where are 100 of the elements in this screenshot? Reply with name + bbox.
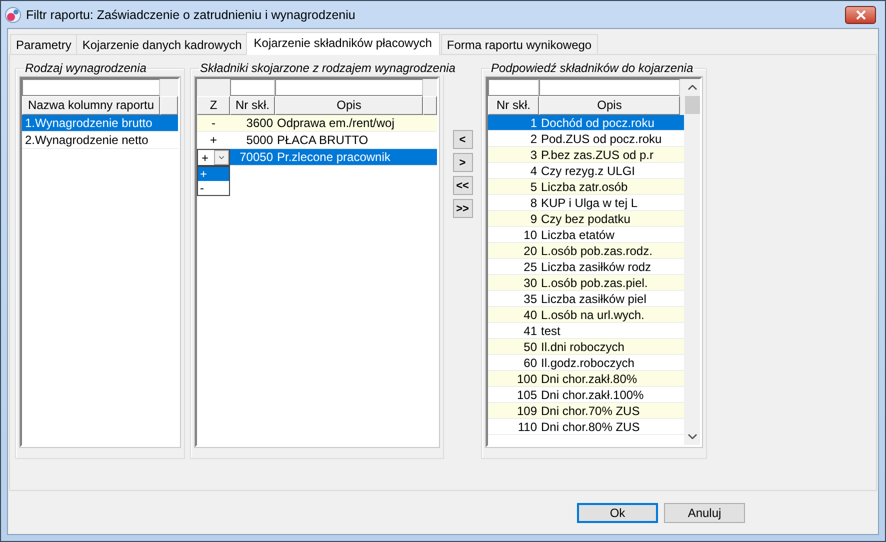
table-cell-text: - <box>210 116 216 130</box>
table-row[interactable]: 9 Czy bez podatku <box>488 211 684 227</box>
dialog-button[interactable]: Ok <box>577 502 658 522</box>
table-cell-text: Pr.zlecone pracownik <box>276 150 390 164</box>
table-cell-text: 41 <box>522 324 538 338</box>
table-cell-text: P.bez zas.ZUS od p.r <box>540 148 654 162</box>
table-row[interactable]: 2 Pod.ZUS od pocz.roku <box>488 131 684 147</box>
sign-dropdown[interactable]: + <box>197 149 230 166</box>
table-cell-text: Dni chor.zakł.80% <box>540 372 638 386</box>
table-row[interactable]: 10 Liczba etatów <box>488 227 684 243</box>
table-row[interactable]: 25 Liczba zasiłków rodz <box>488 259 684 275</box>
table-cell-text: 5000 <box>245 133 274 147</box>
filter-field[interactable] <box>230 79 275 96</box>
window-title: Filtr raportu: Zaświadczenie o zatrudnieniu i wynagrodzeniu <box>26 8 356 22</box>
table-cell-text: Odprawa em./rent/woj <box>276 116 394 130</box>
table-cell-text: 25 <box>522 260 538 274</box>
table-row[interactable]: 5 Liczba zatr.osób <box>488 179 684 195</box>
table-row[interactable]: 40 L.osób na url.wych. <box>488 307 684 323</box>
dropdown-option[interactable]: + <box>198 167 229 181</box>
table-cell-text: Dni chor.70% ZUS <box>540 404 640 418</box>
move-button[interactable]: > <box>452 153 472 172</box>
column-header[interactable]: Nr skł. <box>230 96 275 115</box>
table-cell-text: Dni chor.80% ZUS <box>540 420 640 434</box>
table-row[interactable]: 100 Dni chor.zakł.80% <box>488 371 684 387</box>
filter-field[interactable] <box>539 79 680 96</box>
column-header[interactable]: Nr skł. <box>488 96 539 115</box>
table-cell-text: Liczba zasiłków piel <box>540 292 646 306</box>
dialog-button[interactable]: Anuluj <box>664 502 745 522</box>
table-cell-text: 20 <box>522 244 538 258</box>
scroll-thumb[interactable] <box>684 96 700 114</box>
table-row[interactable]: 30 L.osób pob.zas.piel. <box>488 275 684 291</box>
group-title: Składniki skojarzone z rodzajem wynagrodzenia <box>199 61 456 75</box>
filter-field[interactable] <box>275 79 423 96</box>
table-row[interactable]: - 3600 Odprawa em./rent/woj <box>197 115 437 132</box>
table-cell-text: Liczba zasiłków rodz <box>540 260 652 274</box>
column-header[interactable]: Opis <box>275 96 423 115</box>
column-header[interactable]: Nazwa kolumny raportu <box>22 96 160 115</box>
table-cell-text: L.osób pob.zas.rodz. <box>540 244 652 258</box>
table-cell-text: 50 <box>522 340 538 354</box>
group-title: Rodzaj wynagrodzenia <box>24 61 148 75</box>
scroll-down-icon[interactable] <box>688 434 696 439</box>
table-cell-text: KUP i Ulga w tej L <box>540 196 638 210</box>
table-row[interactable]: 20 L.osób pob.zas.rodz. <box>488 243 684 259</box>
table-cell-text: Czy bez podatku <box>540 212 630 226</box>
table-cell-text: Dochód od pocz.roku <box>540 116 654 130</box>
column-header[interactable]: Opis <box>539 96 680 115</box>
table-cell-text: Pod.ZUS od pocz.roku <box>540 132 662 146</box>
table-cell-text: 9 <box>529 212 538 226</box>
table-row[interactable]: 3 P.bez zas.ZUS od p.r <box>488 147 684 163</box>
table-cell-text: 10 <box>522 228 538 242</box>
table-cell-text: PŁACA BRUTTO <box>276 133 368 147</box>
table-cell-text: Il.dni roboczych <box>540 340 624 354</box>
table-row[interactable]: 50 Il.dni roboczych <box>488 339 684 355</box>
table-cell-text: 30 <box>522 276 538 290</box>
table-cell-text: L.osób pob.zas.piel. <box>540 276 648 290</box>
table-cell-text: 40 <box>522 308 538 322</box>
move-button[interactable]: < <box>452 130 472 149</box>
table-cell-text: Dni chor.zakł.100% <box>540 388 644 402</box>
tab[interactable]: Kojarzenie danych kadrowych <box>76 34 248 54</box>
group-title: Podpowiedź składników do kojarzenia <box>490 61 694 75</box>
table-cell-text: 3 <box>529 148 538 162</box>
table-cell-text: 100 <box>516 372 538 386</box>
list-row[interactable]: 1.Wynagrodzenie brutto <box>22 115 178 132</box>
column-header[interactable]: Z <box>197 96 230 115</box>
table-cell-text: 3600 <box>245 116 274 130</box>
filter-field[interactable] <box>488 79 539 96</box>
table-row[interactable]: 105 Dni chor.zakł.100% <box>488 387 684 403</box>
table-row[interactable]: 60 Il.godz.roboczych <box>488 355 684 371</box>
tab[interactable]: Forma raportu wynikowego <box>440 34 598 54</box>
table-row[interactable]: 8 KUP i Ulga w tej L <box>488 195 684 211</box>
tab[interactable]: Parametry <box>10 34 78 54</box>
table-cell-text: 2 <box>529 132 538 146</box>
app-icon <box>5 6 21 22</box>
table-row[interactable]: 1 Dochód od pocz.roku <box>488 115 684 131</box>
table-cell-text: 70050 <box>238 150 274 164</box>
table-cell-text: 8 <box>529 196 538 210</box>
move-button[interactable]: >> <box>452 199 472 218</box>
table-cell-text: test <box>540 324 560 338</box>
table-row[interactable]: 109 Dni chor.70% ZUS <box>488 403 684 419</box>
table-cell-text: 4 <box>529 164 538 178</box>
table-row[interactable]: 35 Liczba zasiłków piel <box>488 291 684 307</box>
table-cell-text: Liczba etatów <box>540 228 614 242</box>
scroll-up-icon[interactable] <box>688 85 696 90</box>
tab[interactable]: Kojarzenie składników płacowych <box>246 32 440 55</box>
table-row[interactable]: 110 Dni chor.80% ZUS <box>488 419 684 435</box>
table-cell-text: 105 <box>516 388 538 402</box>
move-button[interactable]: << <box>452 176 472 195</box>
scrollbar[interactable] <box>684 79 700 445</box>
table-cell-text: 60 <box>522 356 538 370</box>
filter-field[interactable] <box>22 79 160 96</box>
table-cell-text: 109 <box>516 404 538 418</box>
table-cell-text: Liczba zatr.osób <box>540 180 628 194</box>
table-cell-text: L.osób na url.wych. <box>540 308 644 322</box>
table-cell-text: 1 <box>529 116 538 130</box>
close-button[interactable] <box>845 6 876 24</box>
close-icon <box>856 10 866 20</box>
table-cell-text: + <box>208 133 218 147</box>
list-row[interactable]: 2.Wynagrodzenie netto <box>22 132 178 149</box>
table-cell-text: 110 <box>516 420 538 434</box>
table-cell-text: Il.godz.roboczych <box>540 356 634 370</box>
